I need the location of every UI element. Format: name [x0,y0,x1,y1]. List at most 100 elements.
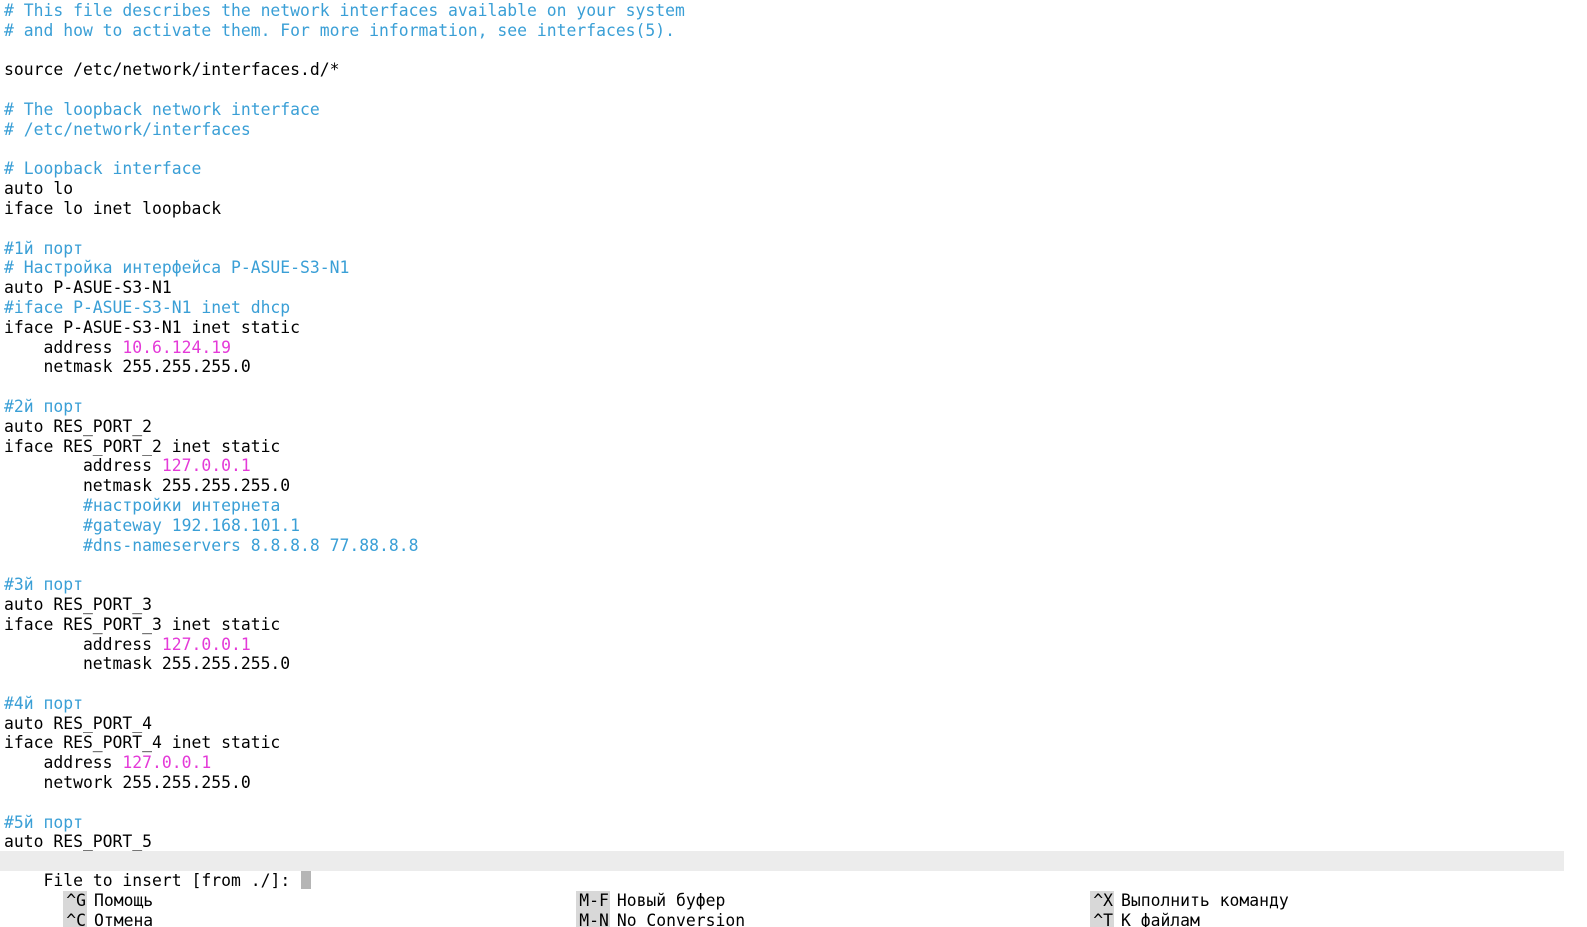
editor-line: netmask 255.255.255.0 [4,357,1587,377]
comment-text: #настройки интернета [82,495,281,515]
editor-line: iface P-ASUE-S3-N1 inet static [4,318,1587,338]
config-text: netmask 255.255.255.0 [4,654,291,674]
editor-line: auto RES_PORT_4 [4,714,1587,734]
config-text: iface P-ASUE-S3-N1 inet static [4,317,301,337]
config-text [4,516,83,535]
comment-text: #iface P-ASUE-S3-N1 inet dhcp [4,297,291,317]
editor-line: # /etc/network/interfaces [4,120,1587,140]
ip-address-text: 127.0.0.1 [161,456,251,476]
editor-line: source /etc/network/interfaces.d/* [4,60,1587,80]
config-text: address [4,634,162,654]
editor-line: address 127.0.0.1 [4,635,1587,655]
ip-address-text: 127.0.0.1 [161,634,251,654]
config-text: iface RES_PORT_2 inet static [4,436,281,456]
shortcut-label: No Conversion [616,911,746,927]
shortcut-bar: ^G Помощь ^C Отмена M-F Новый буфер M-N No C… [0,871,1587,927]
config-text: auto lo [4,179,74,199]
editor-line: #3й порт [4,575,1587,595]
shortcut-no-conversion[interactable]: M-N No Conversion [517,891,745,927]
editor-line: #iface P-ASUE-S3-N1 inet dhcp [4,298,1587,318]
editor-line: auto lo [4,179,1587,199]
config-text [4,536,83,555]
editor-line: iface RES_PORT_3 inet static [4,615,1587,635]
editor-line: # The loopback network interface [4,100,1587,120]
shortcut-key: ^C [63,911,87,927]
comment-text: #gateway 192.168.101.1 [82,515,301,535]
config-text: netmask 255.255.255.0 [4,357,251,377]
comment-text: #dns-nameservers 8.8.8.8 77.88.8.8 [82,535,419,555]
config-text: address [4,337,123,357]
editor-line: #dns-nameservers 8.8.8.8 77.88.8.8 [4,536,1587,556]
terminal-window: # This file describes the network interf… [0,0,1587,927]
shortcut-to-files[interactable]: ^T К файлам [1031,891,1200,927]
shortcut-key: M-N [576,911,610,927]
shortcut-new-buffer[interactable]: M-F Новый буфер [517,871,725,911]
shortcut-help[interactable]: ^G Помощь [4,871,153,911]
config-text: iface RES_PORT_3 inet static [4,614,281,634]
comment-text: # Loopback interface [4,159,202,179]
editor-line: #4й порт [4,694,1587,714]
comment-text: #4й порт [4,693,83,713]
editor-line: iface lo inet loopback [4,199,1587,219]
editor-line: iface RES_PORT_4 inet static [4,733,1587,753]
editor-line: netmask 255.255.255.0 [4,654,1587,674]
editor-line: network 255.255.255.0 [4,773,1587,793]
editor-line: # Loopback interface [4,159,1587,179]
shortcut-label: Отмена [93,911,154,927]
editor-line: #1й порт [4,239,1587,259]
shortcut-execute-command[interactable]: ^X Выполнить команду [1031,871,1289,911]
editor-line: auto RES_PORT_5 [4,832,1587,852]
shortcut-key: ^T [1090,911,1114,927]
config-text: auto RES_PORT_3 [4,594,153,614]
editor-line: # and how to activate them. For more inf… [4,21,1587,41]
ip-address-text: 127.0.0.1 [122,753,212,773]
editor-text-area[interactable]: # This file describes the network interf… [4,1,1587,852]
config-text: source /etc/network/interfaces.d/* [4,60,340,80]
comment-text: # This file describes the network interf… [4,1,685,20]
config-text [4,496,83,515]
comment-text: # Настройка интерфейса P-ASUE-S3-N1 [4,258,350,278]
config-text: auto RES_PORT_4 [4,713,153,733]
editor-line: # Настройка интерфейса P-ASUE-S3-N1 [4,258,1587,278]
config-text: iface lo inet loopback [4,198,222,218]
shortcut-label: К файлам [1120,911,1200,927]
editor-line: # This file describes the network interf… [4,1,1587,21]
editor-line: #5й порт [4,813,1587,833]
comment-text: # and how to activate them. For more inf… [4,20,676,40]
editor-line: #2й порт [4,397,1587,417]
comment-text: #1й порт [4,238,83,258]
insert-file-prompt[interactable]: File to insert [from ./]: [0,851,1564,890]
editor-line: address 127.0.0.1 [4,753,1587,773]
config-text: auto RES_PORT_5 [4,832,153,852]
comment-text: # The loopback network interface [4,99,320,119]
config-text: address [4,456,162,476]
editor-line: iface RES_PORT_2 inet static [4,437,1587,457]
editor-line: #gateway 192.168.101.1 [4,516,1587,536]
comment-text: #3й порт [4,575,83,595]
editor-line: auto RES_PORT_3 [4,595,1587,615]
editor-line: auto P-ASUE-S3-N1 [4,278,1587,298]
editor-line: auto RES_PORT_2 [4,417,1587,437]
config-text: address [4,753,123,773]
config-text: auto RES_PORT_2 [4,416,153,436]
comment-text: #2й порт [4,396,83,416]
comment-text: # /etc/network/interfaces [4,119,251,139]
editor-line: #настройки интернета [4,496,1587,516]
comment-text: #5й порт [4,812,83,832]
config-text: network 255.255.255.0 [4,773,251,793]
config-text: auto P-ASUE-S3-N1 [4,278,172,298]
config-text: iface RES_PORT_4 inet static [4,733,281,753]
editor-line: address 10.6.124.19 [4,338,1587,358]
editor-line: netmask 255.255.255.0 [4,476,1587,496]
config-text: netmask 255.255.255.0 [4,476,291,496]
editor-line: address 127.0.0.1 [4,456,1587,476]
shortcut-cancel[interactable]: ^C Отмена [4,891,153,927]
